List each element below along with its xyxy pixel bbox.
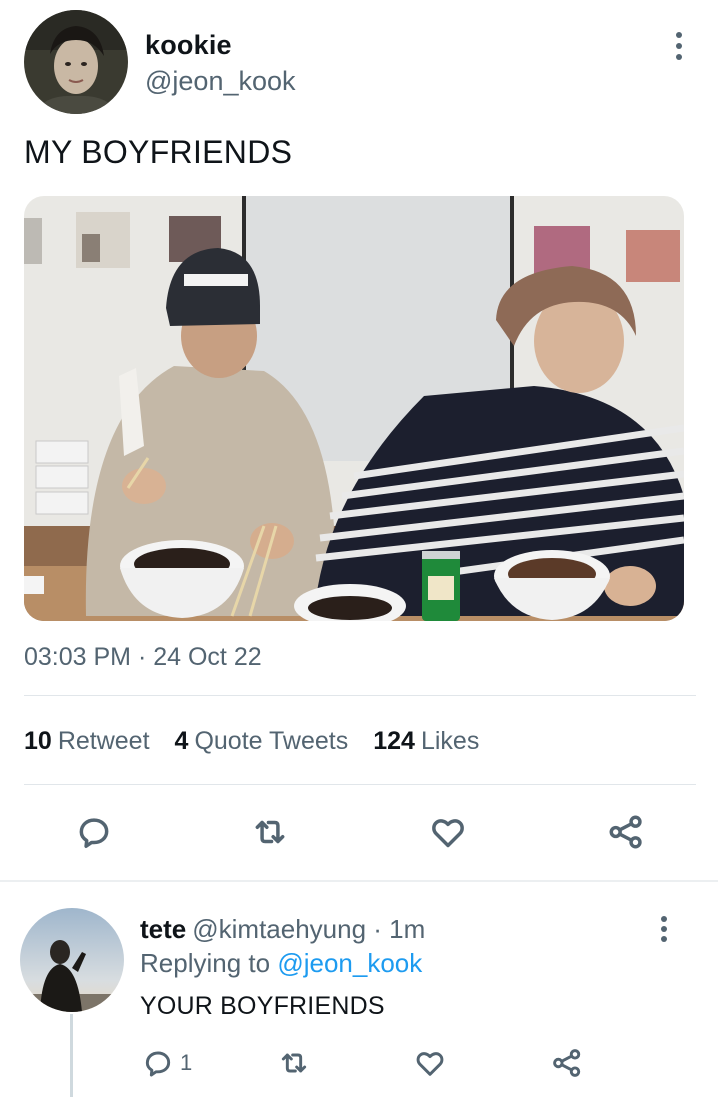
reply-handle-time[interactable]: @kimtaehyung · 1m — [192, 914, 425, 944]
divider — [24, 784, 696, 785]
like-icon[interactable] — [412, 1046, 448, 1080]
quotes-count: 4 — [174, 727, 189, 755]
share-icon[interactable] — [606, 812, 646, 852]
retweet-icon[interactable] — [248, 812, 292, 852]
reply-count: 1 — [180, 1050, 193, 1075]
reply-author-avatar[interactable] — [20, 908, 124, 1012]
thread-line — [70, 1014, 73, 1097]
likes-stat[interactable]: 124 Likes — [373, 727, 479, 756]
quotes-stat[interactable]: 4 Quote Tweets — [175, 727, 349, 756]
reply-reply-button[interactable]: 1 — [142, 1046, 192, 1080]
more-options-icon[interactable] — [667, 28, 691, 64]
reply-author-line: tete @kimtaehyung · 1m — [140, 914, 425, 945]
likes-count: 124 — [373, 727, 415, 755]
author-avatar[interactable] — [24, 10, 128, 114]
tweet-photo[interactable] — [24, 196, 684, 621]
reply-tweet[interactable]: tete @kimtaehyung · 1m Replying to @jeon_… — [0, 882, 718, 1097]
replying-prefix: Replying to — [140, 948, 271, 978]
retweet-icon[interactable] — [274, 1046, 314, 1080]
divider — [24, 695, 696, 696]
share-icon[interactable] — [549, 1046, 585, 1080]
tweet-header: kookie @jeon_kook — [24, 10, 694, 114]
tweet-timestamp[interactable]: 03:03 PM · 24 Oct 22 — [24, 643, 262, 672]
retweets-label: Retweet — [57, 727, 150, 755]
likes-label: Likes — [420, 727, 480, 755]
retweets-stat[interactable]: 10 Retweet — [24, 727, 150, 756]
tweet-text: MY BOYFRIENDS — [24, 134, 293, 170]
replying-handle-link[interactable]: @jeon_kook — [277, 948, 422, 978]
reply-icon[interactable] — [74, 812, 114, 852]
like-icon[interactable] — [428, 812, 468, 852]
reply-more-options-icon[interactable] — [652, 914, 676, 944]
quotes-label: Quote Tweets — [194, 727, 349, 755]
replying-to: Replying to @jeon_kook — [140, 948, 422, 979]
tweet-stats: 10 Retweet 4 Quote Tweets 124 Likes — [24, 727, 504, 756]
reply-text: YOUR BOYFRIENDS — [140, 992, 385, 1020]
retweets-count: 10 — [24, 727, 52, 755]
author-display-name[interactable]: kookie — [145, 30, 232, 61]
author-handle[interactable]: @jeon_kook — [145, 66, 296, 97]
reply-icon — [145, 1051, 171, 1077]
reply-display-name[interactable]: tete — [140, 914, 186, 944]
